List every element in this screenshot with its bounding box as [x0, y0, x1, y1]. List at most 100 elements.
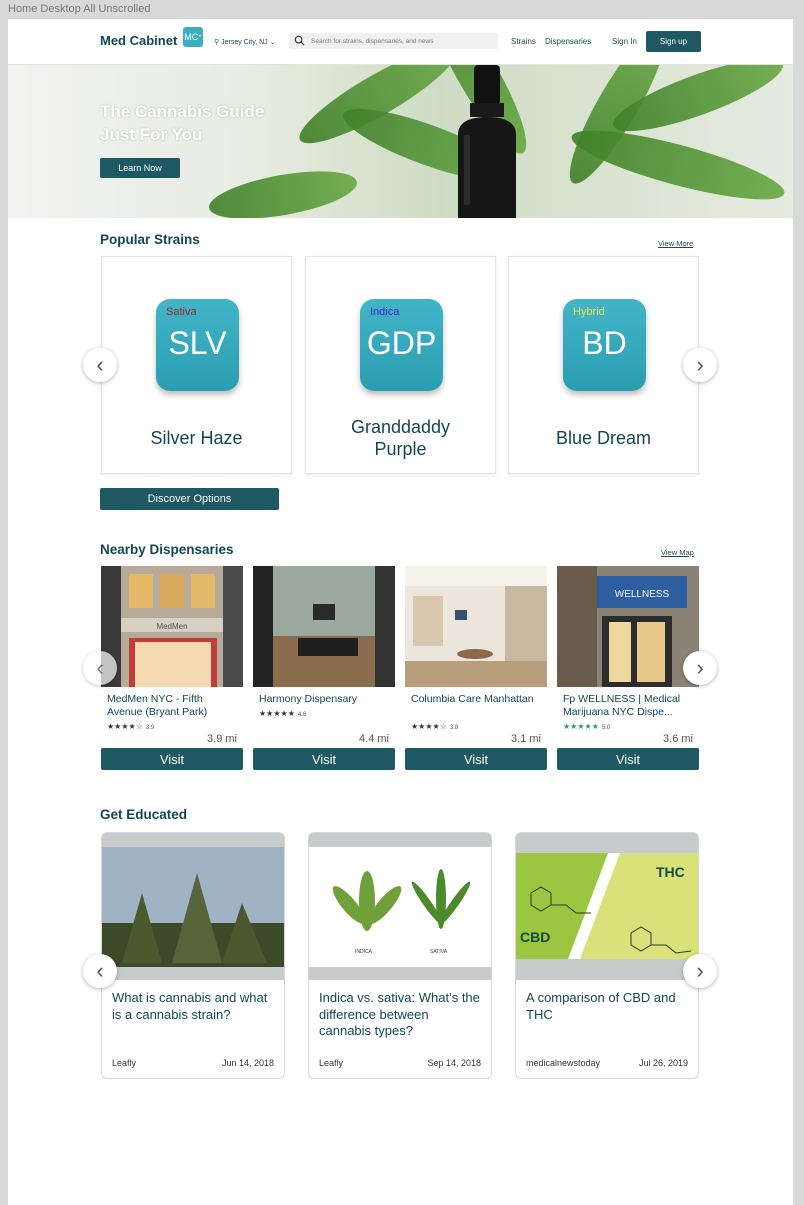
strain-icon: Sativa SLV [156, 299, 239, 391]
logo-text[interactable]: Med Cabinet [100, 33, 177, 48]
dispensary-name: Columbia Care Manhattan [411, 693, 534, 705]
strain-abbr: BD [582, 325, 627, 361]
dispensary-photo: MedMen [101, 566, 243, 687]
dispensary-card[interactable]: MedMen MedMen NYC - Fifth Avenue (Bryant… [101, 566, 243, 771]
strain-abbr: GDP [366, 325, 437, 361]
chevron-left-icon: ‹ [96, 352, 104, 377]
location-selector[interactable]: ⚲ Jersey City, NJ ⌄ [214, 38, 275, 46]
articles-next-arrow[interactable]: › [683, 954, 717, 988]
strain-icon: Indica GDP [360, 299, 443, 391]
indica-label: INDICA [355, 949, 372, 955]
strain-card[interactable]: Sativa SLV Silver Haze [101, 256, 292, 474]
articles-prev-arrow[interactable]: ‹ [83, 954, 117, 988]
article-date: Jun 14, 2018 [221, 1058, 274, 1068]
visit-button[interactable]: Visit [101, 748, 243, 770]
chevron-right-icon: › [696, 352, 704, 377]
dispensary-distance: 3.1 mi [511, 733, 541, 745]
sign-up-button[interactable]: Sign up [646, 31, 701, 52]
search-input[interactable] [311, 35, 491, 47]
strain-name: Granddaddy Purple [306, 416, 495, 460]
dispensary-photo [253, 566, 395, 687]
dispensary-name: Harmony Dispensary [259, 693, 358, 705]
article-source: Leafly [319, 1058, 344, 1068]
visit-button[interactable]: Visit [405, 748, 547, 770]
hero-title-line1: The Cannabis Guide [100, 102, 265, 121]
logo-plus-icon: + [198, 34, 202, 40]
nav-strains[interactable]: Strains [511, 37, 536, 46]
logo-badge[interactable]: MC + [183, 27, 203, 47]
strain-name-line1: Blue Dream [555, 428, 652, 448]
rating-value: 3.9 [145, 725, 155, 731]
hero-banner: The Cannabis Guide Just For You Learn No… [8, 65, 793, 218]
dispensary-rating: ★★★★★ 4.6 [259, 709, 306, 718]
star-rating-icon: ★★★★★ [563, 722, 599, 731]
strain-abbr: SLV [168, 325, 227, 361]
search-icon [294, 35, 305, 46]
dispensary-name: Fp WELLNESS | Medical Marijuana NYC Disp… [563, 693, 681, 718]
dropper-bottle-image [458, 65, 516, 218]
article-card[interactable]: What is cannabis and what is a cannabis … [101, 832, 285, 1079]
article-source: Leafly [112, 1058, 137, 1068]
chevron-left-icon: ‹ [96, 655, 104, 680]
location-pin-icon: ⚲ [214, 39, 220, 46]
strain-name-line1: Silver Haze [150, 428, 243, 448]
article-date: Sep 14, 2018 [427, 1058, 481, 1068]
dispensaries-next-arrow[interactable]: › [683, 651, 717, 685]
dispensary-photo [405, 566, 547, 687]
dispensaries-prev-arrow[interactable]: ‹ [83, 651, 117, 685]
hero-title: The Cannabis Guide Just For You [100, 100, 300, 146]
dispensary-distance: 3.9 mi [207, 733, 237, 745]
leaf-decoration [205, 162, 361, 218]
star-rating-icon: ★★★★☆ [411, 722, 447, 731]
dispensary-rating: ★★★★☆ 3.9 [107, 722, 154, 731]
article-card[interactable]: INDICA SATIVA Indica vs. sativa: What’s … [308, 832, 492, 1079]
nav-dispensaries[interactable]: Dispensaries [545, 37, 591, 46]
visit-button[interactable]: Visit [253, 748, 395, 770]
article-card[interactable]: CBD THC A comparison of CBD and THC medi… [515, 832, 699, 1079]
chevron-right-icon: › [696, 655, 704, 680]
chevron-down-icon: ⌄ [269, 39, 276, 46]
dispensary-card[interactable]: WELLNESS Fp WELLNESS | Medical Marijuana… [557, 566, 699, 771]
dispensary-rating: ★★★★☆ 3.8 [411, 722, 458, 731]
article-image [102, 833, 284, 980]
strain-type-label: Hybrid [573, 306, 605, 318]
get-educated-title: Get Educated [100, 807, 188, 822]
article-source: medicalnewstoday [526, 1058, 601, 1068]
strain-name-line2: Purple [374, 439, 427, 459]
search-bar[interactable] [289, 33, 498, 49]
article-title: What is cannabis and what is a cannabis … [112, 990, 268, 1022]
strain-name: Silver Haze [102, 427, 291, 449]
nearby-dispensaries-title: Nearby Dispensaries [100, 542, 234, 557]
article-image [516, 833, 698, 980]
article-image [309, 833, 491, 980]
cbd-label: CBD [520, 929, 551, 945]
strain-card[interactable]: Hybrid BD Blue Dream [508, 256, 699, 474]
strain-card[interactable]: Indica GDP Granddaddy Purple [305, 256, 496, 474]
view-map-link[interactable]: View Map [661, 548, 694, 557]
dispensary-rating: ★★★★★ 5.0 [563, 722, 610, 731]
location-label: Jersey City, NJ [221, 39, 268, 46]
strain-icon: Hybrid BD [563, 299, 646, 391]
sign-in-link[interactable]: Sign In [612, 37, 637, 46]
discover-options-button[interactable]: Discover Options [100, 488, 279, 510]
dispensary-card[interactable]: Columbia Care Manhattan ★★★★☆ 3.8 3.1 mi … [405, 566, 547, 771]
strains-prev-arrow[interactable]: ‹ [83, 348, 117, 382]
strain-type-label: Sativa [166, 306, 197, 318]
header: Med Cabinet MC+ ⚲ Jersey City, NJ ⌄ Stra… [8, 19, 793, 65]
svg-text:WELLNESS: WELLNESS [615, 589, 670, 600]
article-date: Jul 26, 2019 [638, 1058, 688, 1068]
dispensary-card[interactable]: Harmony Dispensary ★★★★★ 4.6 4.4 mi Visit [253, 566, 395, 771]
dispensary-name: MedMen NYC - Fifth Avenue (Bryant Park) [107, 693, 208, 718]
view-more-link[interactable]: View More [658, 239, 693, 248]
chevron-left-icon: ‹ [96, 958, 104, 983]
strains-next-arrow[interactable]: › [683, 348, 717, 382]
visit-button[interactable]: Visit [557, 748, 699, 770]
star-rating-icon: ★★★★★ [259, 709, 295, 718]
svg-text:MedMen: MedMen [156, 622, 187, 631]
article-title: Indica vs. sativa: What’s the difference… [319, 990, 480, 1038]
rating-value: 3.8 [449, 725, 459, 731]
learn-now-button[interactable]: Learn Now [100, 158, 180, 178]
dispensary-photo: WELLNESS [557, 566, 699, 687]
dispensary-distance: 3.6 mi [663, 733, 693, 745]
sativa-label: SATIVA [430, 949, 448, 955]
